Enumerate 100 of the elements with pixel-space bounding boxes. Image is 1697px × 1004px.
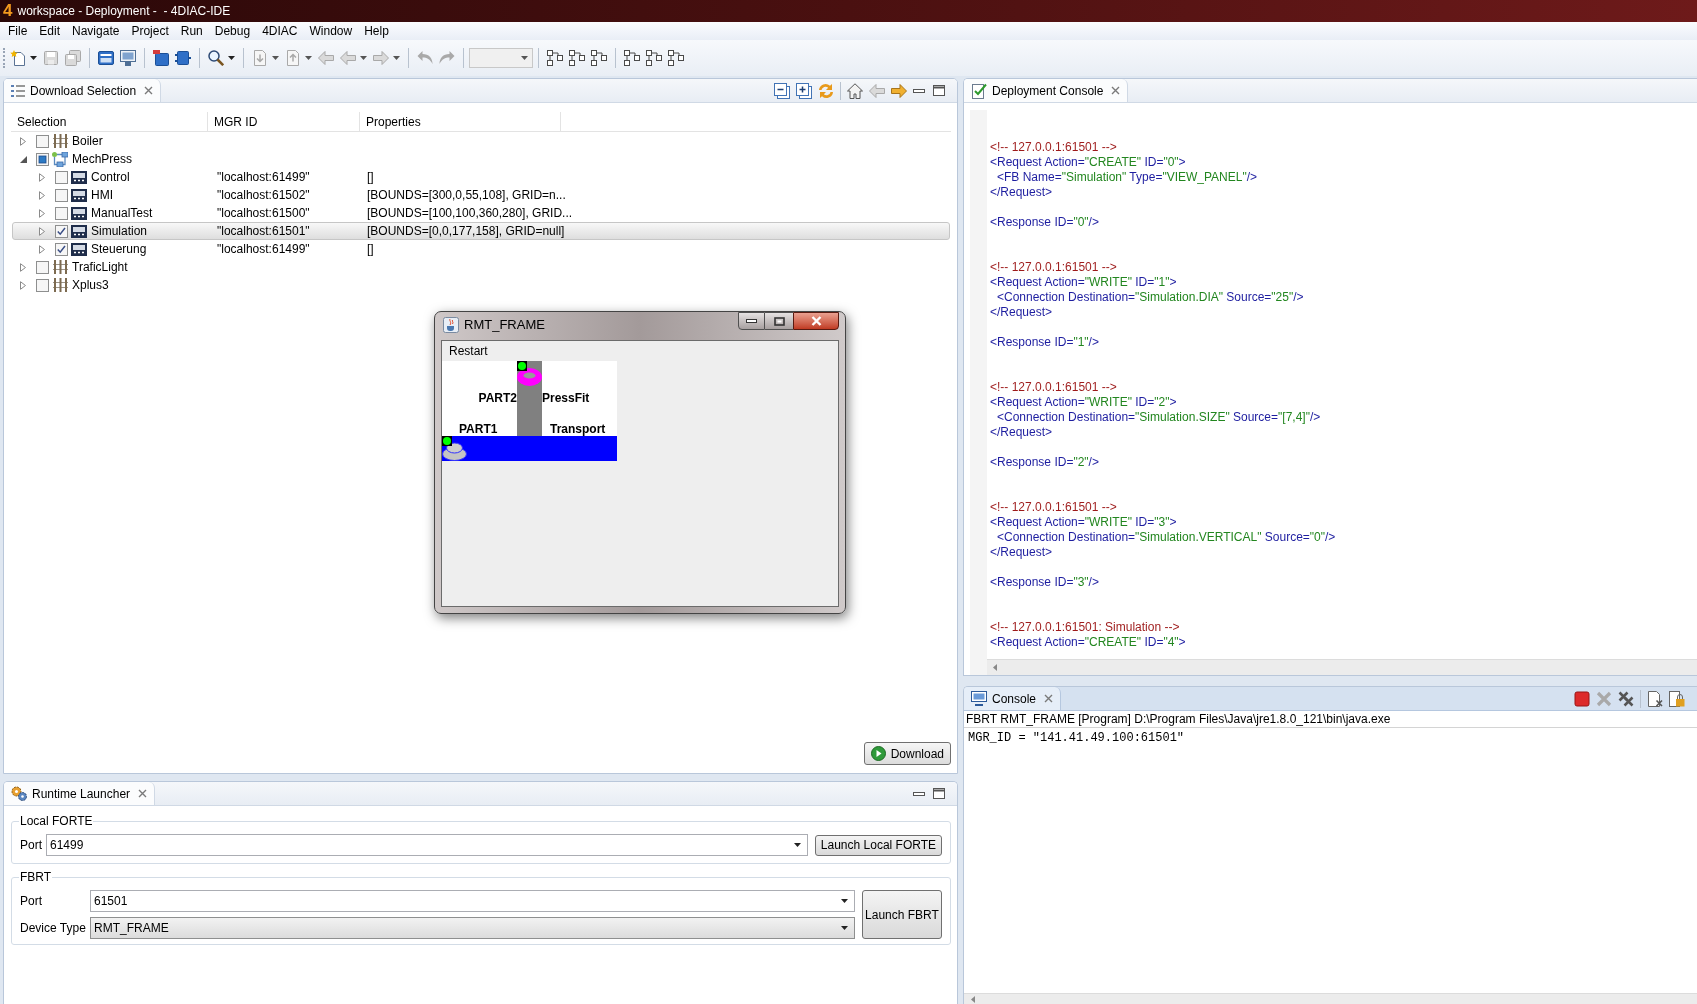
caret-icon	[393, 56, 400, 60]
stop-icon[interactable]	[1574, 690, 1590, 707]
checkbox[interactable]	[55, 224, 68, 238]
toolbar-button[interactable]	[621, 47, 643, 69]
checkbox[interactable]	[36, 278, 49, 292]
caret-right-icon[interactable]	[20, 280, 26, 290]
toolbar-button[interactable]	[150, 47, 172, 69]
code-line: <Response ID="2"/>	[990, 455, 1099, 470]
scrollbar[interactable]	[987, 659, 1697, 675]
menu-item[interactable]: 4DIAC	[256, 22, 304, 40]
checkbox[interactable]	[36, 260, 49, 274]
maximize-icon[interactable]	[933, 788, 945, 799]
port-combo[interactable]: 61499	[46, 834, 808, 856]
code-line: <Connection Destination="Simulation.SIZE" Source="[7,4]"/>	[997, 410, 1321, 425]
code-line: </Request>	[990, 305, 1053, 320]
checkbox[interactable]	[55, 206, 68, 220]
save-icon	[43, 50, 59, 66]
tree-row[interactable]: Steuerung "localhost:61499" []	[12, 240, 950, 258]
tree-row[interactable]: MechPress	[12, 150, 950, 168]
menu-item[interactable]: File	[2, 22, 34, 40]
device-type-combo[interactable]: RMT_FRAME	[90, 917, 855, 939]
close-button[interactable]	[793, 312, 839, 330]
view-tab[interactable]: Runtime Launcher	[4, 782, 156, 805]
home-icon[interactable]	[847, 82, 863, 99]
scrollbar[interactable]	[964, 993, 1697, 1004]
page-x-icon[interactable]	[1647, 690, 1663, 707]
toolbar-button[interactable]	[643, 47, 665, 69]
page-lock-icon[interactable]	[1669, 690, 1685, 707]
tree-row[interactable]: ManualTest "localhost:61500" [BOUNDS=[100,100,360,280], GRID...	[12, 204, 950, 222]
arrow-right-icon[interactable]	[891, 82, 907, 99]
minimize-icon[interactable]	[913, 791, 925, 796]
checkbox[interactable]	[36, 134, 49, 148]
checkbox[interactable]	[55, 170, 68, 184]
toolbar-button[interactable]	[117, 47, 139, 69]
close-icon[interactable]	[144, 86, 154, 95]
menu-item[interactable]: Help	[358, 22, 395, 40]
menu-item[interactable]: Restart	[449, 342, 488, 360]
menu-item[interactable]: Debug	[208, 22, 257, 40]
checkbox[interactable]	[36, 152, 49, 166]
close-icon[interactable]	[1111, 86, 1121, 95]
double-x-icon[interactable]	[1618, 690, 1634, 707]
checkbox[interactable]	[55, 188, 68, 202]
tree-row[interactable]: TraficLight	[12, 258, 950, 276]
caret-icon	[521, 56, 528, 60]
toolbar-button[interactable]	[566, 47, 588, 69]
toolbar-button[interactable]	[588, 47, 610, 69]
column-header[interactable]: Properties	[360, 112, 561, 131]
checkbox[interactable]	[55, 242, 68, 256]
launch-button[interactable]: Launch FBRT	[862, 890, 942, 939]
gears-icon	[11, 786, 27, 801]
tree-row[interactable]: Simulation "localhost:61501" [BOUNDS=[0,0,177,158], GRID=null]	[12, 222, 950, 240]
port-combo[interactable]: 61501	[90, 890, 855, 912]
menu-item[interactable]: Navigate	[66, 22, 126, 40]
caret-right-icon[interactable]	[20, 262, 26, 272]
view-tab[interactable]: Deployment Console	[964, 79, 1129, 102]
caret-right-icon[interactable]	[39, 172, 45, 182]
code-line: </Request>	[990, 185, 1053, 200]
window-title: workspace - Deployment - - 4DIAC-IDE	[17, 3, 231, 20]
caret-right-icon[interactable]	[39, 208, 45, 218]
caret-right-icon[interactable]	[39, 190, 45, 200]
close-icon	[810, 316, 822, 326]
view-tab[interactable]: Download Selection	[4, 79, 162, 102]
caret-right-icon[interactable]	[39, 244, 45, 254]
caret-right-icon[interactable]	[39, 226, 45, 236]
tree-row[interactable]: Boiler	[12, 132, 950, 150]
download-button[interactable]: Download	[863, 742, 951, 765]
arrow-left-icon[interactable]	[993, 664, 997, 671]
code-line: <!-- 127.0.0.1:61501 -->	[990, 260, 1117, 275]
tree-row[interactable]: Control "localhost:61499" []	[12, 168, 950, 186]
toolbar-button[interactable]	[544, 47, 566, 69]
menu-item[interactable]: Edit	[33, 22, 67, 40]
caret-right-icon[interactable]	[20, 136, 26, 146]
maximize-button[interactable]	[765, 312, 793, 330]
menu-item[interactable]: Project	[125, 22, 175, 40]
view-tab[interactable]: Console	[964, 687, 1062, 710]
menu-item[interactable]: Run	[174, 22, 209, 40]
device-icon	[71, 224, 87, 238]
menu-item[interactable]: Window	[303, 22, 359, 40]
close-icon[interactable]	[1044, 694, 1054, 703]
group-label: FBRT	[19, 869, 53, 886]
column-header[interactable]: Selection	[11, 112, 208, 131]
minimize-button[interactable]	[738, 312, 765, 330]
caret-down-icon[interactable]	[19, 155, 27, 163]
caret-icon	[228, 56, 235, 60]
toolbar-button[interactable]	[205, 47, 238, 69]
tree-row[interactable]: HMI "localhost:61502" [BOUNDS=[300,0,55,108], GRID=n...	[12, 186, 950, 204]
tree-row[interactable]: Xplus3	[12, 276, 950, 294]
sync-icon[interactable]	[818, 82, 834, 99]
column-header[interactable]: MGR ID	[208, 112, 360, 131]
page-arrow-icon	[285, 50, 301, 66]
collapse-all-icon[interactable]	[774, 82, 790, 99]
maximize-icon[interactable]	[933, 85, 945, 96]
list-icon	[11, 84, 25, 97]
close-icon[interactable]	[138, 789, 148, 798]
launch-button[interactable]: Launch Local FORTE	[814, 834, 942, 856]
toolbar-button[interactable]	[665, 47, 687, 69]
minimize-icon[interactable]	[913, 88, 925, 93]
arrow-left-icon[interactable]	[971, 995, 975, 1003]
expand-all-icon[interactable]	[796, 82, 812, 99]
code-line: <!-- 127.0.0.1:61501 -->	[990, 140, 1117, 155]
